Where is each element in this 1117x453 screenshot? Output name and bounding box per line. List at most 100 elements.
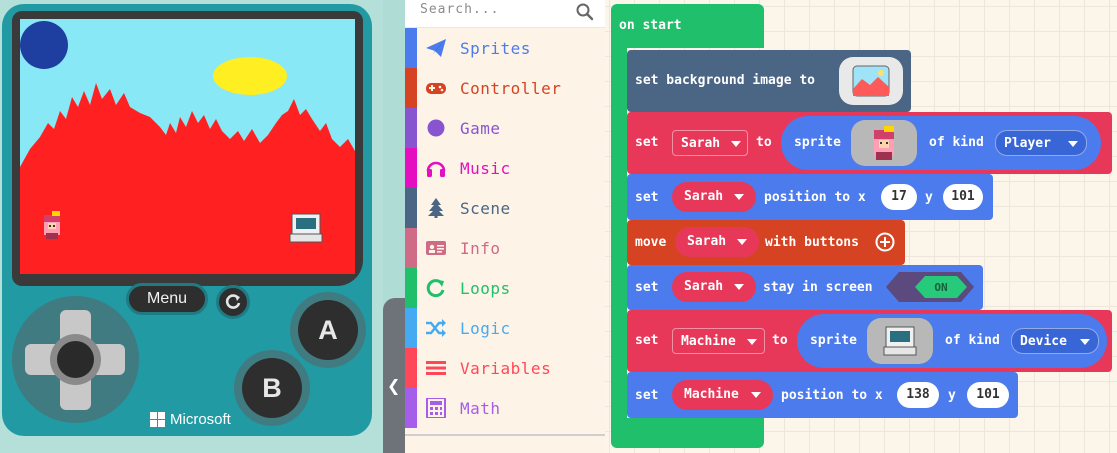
sprite-of-kind-reporter[interactable]: sprite of kind Device: [797, 314, 1107, 368]
set-label: set: [635, 333, 659, 348]
kind-name: Device: [1020, 334, 1067, 349]
category-music[interactable]: Music: [405, 148, 605, 188]
set-background-block[interactable]: set background image to: [627, 50, 911, 112]
chevron-down-icon: [751, 392, 761, 398]
kind-name: Player: [1004, 136, 1051, 151]
toggle-switch[interactable]: ON: [885, 271, 975, 303]
chevron-down-icon: [737, 239, 747, 245]
moon-shape: [20, 21, 68, 69]
kind-dropdown[interactable]: Player: [995, 130, 1087, 156]
search-bar: [405, 0, 605, 28]
restart-button[interactable]: [216, 285, 250, 319]
variable-name: Machine: [684, 387, 739, 402]
category-color-bar: [405, 228, 417, 268]
set-label: set: [635, 190, 659, 205]
shuffle-icon: [426, 319, 446, 337]
on-start-spine: [611, 44, 627, 422]
set-sarah-sprite-block[interactable]: set Sarah to sprite of kind Player: [627, 112, 1112, 174]
machine-sprite: [289, 213, 323, 243]
on-start-block[interactable]: on start: [611, 4, 764, 48]
category-color-bar: [405, 148, 417, 188]
chevron-down-icon: [747, 339, 757, 345]
y-input[interactable]: 101: [943, 184, 983, 210]
set-label: set: [635, 280, 659, 295]
b-button-well: B: [234, 350, 310, 426]
x-input[interactable]: 138: [897, 382, 939, 408]
chevron-left-icon: ❮: [387, 376, 401, 395]
of-kind-label: of kind: [929, 135, 984, 150]
image-picker[interactable]: [839, 57, 903, 105]
variable-name: Sarah: [684, 279, 724, 294]
category-label: Controller: [460, 79, 562, 98]
category-label: Logic: [460, 319, 511, 338]
toggle-label: ON: [934, 281, 947, 294]
category-label: Loops: [460, 279, 511, 298]
toolbox: Sprites Controller Game Music Scene Info…: [405, 0, 605, 453]
menu-button[interactable]: Menu: [126, 283, 208, 315]
variable-dropdown[interactable]: Sarah: [672, 130, 748, 156]
game-simulator: Menu A B Microsoft: [0, 0, 383, 453]
stay-in-screen-block[interactable]: set Sarah stay in screen ON: [627, 265, 983, 310]
sprite-label: sprite: [794, 135, 841, 150]
move-with-buttons-block[interactable]: move Sarah with buttons: [627, 220, 905, 265]
add-circle-icon[interactable]: [875, 232, 895, 252]
category-variables[interactable]: Variables: [405, 348, 605, 388]
sprite-image-picker[interactable]: [867, 318, 933, 364]
category-loops[interactable]: Loops: [405, 268, 605, 308]
chevron-down-icon: [1080, 339, 1090, 345]
sprite-image-picker[interactable]: [851, 120, 917, 166]
with-buttons-label: with buttons: [765, 235, 859, 250]
category-color-bar: [405, 108, 417, 148]
category-color-bar: [405, 308, 417, 348]
b-button[interactable]: B: [242, 358, 302, 418]
sprite-label: sprite: [810, 333, 857, 348]
id-card-icon: [426, 241, 446, 255]
kind-dropdown[interactable]: Device: [1011, 328, 1099, 354]
set-machine-sprite-block[interactable]: set Machine to sprite of kind Device: [627, 310, 1112, 372]
game-scene: [20, 19, 355, 274]
of-kind-label: of kind: [945, 333, 1000, 348]
collapse-simulator-button[interactable]: ❮: [383, 298, 405, 453]
variable-name: Machine: [681, 334, 736, 349]
variable-name: Sarah: [684, 189, 724, 204]
category-color-bar: [405, 188, 417, 228]
variable-reporter[interactable]: Machine: [672, 380, 773, 410]
category-color-bar: [405, 68, 417, 108]
category-label: Info: [460, 239, 501, 258]
toolbox-divider: [405, 434, 605, 436]
circle-icon: [427, 119, 445, 137]
player-sprite-icon: [874, 126, 894, 160]
y-input[interactable]: 101: [967, 382, 1009, 408]
category-math[interactable]: Math: [405, 388, 605, 428]
category-label: Music: [460, 159, 511, 178]
search-icon[interactable]: [575, 2, 595, 22]
set-sarah-position-block[interactable]: set Sarah position to x 17 y 101: [627, 174, 993, 220]
game-screen[interactable]: [20, 19, 355, 274]
divider-strip: [383, 0, 405, 298]
variable-reporter[interactable]: Sarah: [672, 272, 756, 302]
category-logic[interactable]: Logic: [405, 308, 605, 348]
category-sprites[interactable]: Sprites: [405, 28, 605, 68]
chevron-down-icon: [731, 141, 741, 147]
sprite-of-kind-reporter[interactable]: sprite of kind Player: [781, 116, 1101, 170]
variable-dropdown[interactable]: Machine: [672, 328, 765, 354]
console-body: Menu A B Microsoft: [2, 4, 372, 436]
category-controller[interactable]: Controller: [405, 68, 605, 108]
variable-reporter[interactable]: Sarah: [672, 182, 756, 212]
y-label: y: [948, 388, 956, 403]
dpad[interactable]: [12, 296, 139, 423]
category-scene[interactable]: Scene: [405, 188, 605, 228]
category-label: Variables: [460, 359, 552, 378]
variable-reporter[interactable]: Sarah: [675, 227, 759, 257]
category-game[interactable]: Game: [405, 108, 605, 148]
category-color-bar: [405, 28, 417, 68]
cloud-shape: [213, 57, 287, 95]
blocks-workspace[interactable]: on start set background image to set Sar…: [605, 0, 1117, 453]
a-button[interactable]: A: [298, 300, 358, 360]
move-label: move: [635, 235, 667, 250]
search-input[interactable]: [405, 0, 575, 28]
set-machine-position-block[interactable]: set Machine position to x 138 y 101: [627, 372, 1018, 418]
x-input[interactable]: 17: [881, 184, 917, 210]
paper-plane-icon: [426, 39, 446, 57]
category-info[interactable]: Info: [405, 228, 605, 268]
